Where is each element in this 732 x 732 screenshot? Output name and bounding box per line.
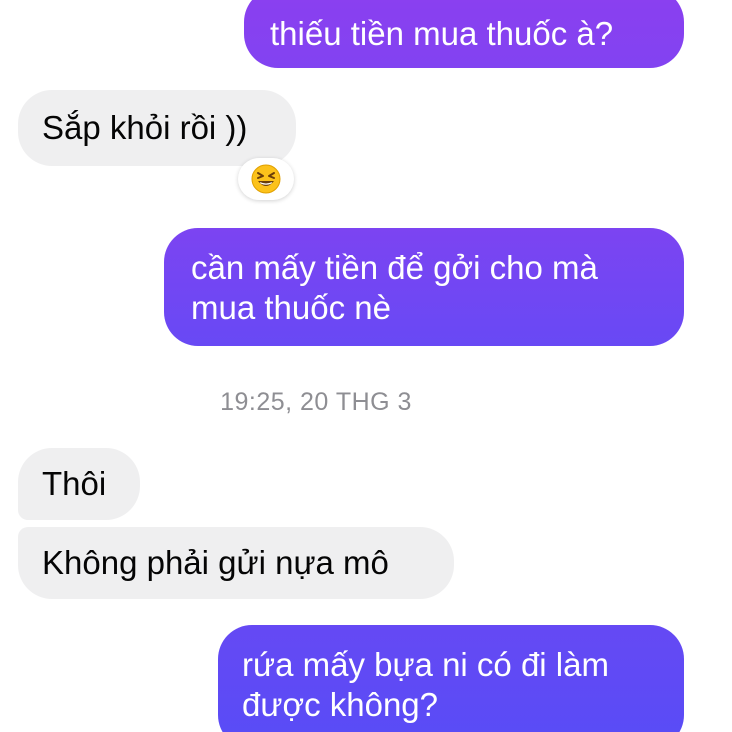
received-message[interactable]: Không phải gửi nựa mô xyxy=(18,527,454,599)
sent-message[interactable]: rứa mấy bựa ni có đi làm được không? xyxy=(218,625,684,732)
message-text-line: được không? xyxy=(242,686,439,723)
sent-message[interactable]: thiếu tiền mua thuốc à? xyxy=(244,0,684,68)
message-text-line: rứa mấy bựa ni có đi làm xyxy=(242,646,609,683)
message-text-line: cần mấy tiền để gởi cho mà xyxy=(191,249,598,286)
chat-thread: thiếu tiền mua thuốc à? Sắp khỏi rồi )) … xyxy=(0,0,732,732)
message-text: Không phải gửi nựa mô xyxy=(42,544,389,581)
received-message[interactable]: Thôi xyxy=(18,448,140,520)
message-reaction[interactable] xyxy=(238,158,294,200)
grinning-squinting-face-icon xyxy=(251,164,281,194)
timestamp: 19:25, 20 THG 3 xyxy=(220,388,412,416)
message-text: thiếu tiền mua thuốc à? xyxy=(270,15,614,52)
message-text: Sắp khỏi rồi )) xyxy=(42,109,248,146)
sent-message[interactable]: cần mấy tiền để gởi cho mà mua thuốc nè xyxy=(164,228,684,346)
received-message[interactable]: Sắp khỏi rồi )) xyxy=(18,90,296,166)
message-text: Thôi xyxy=(42,465,107,502)
message-text-line: mua thuốc nè xyxy=(191,289,391,326)
